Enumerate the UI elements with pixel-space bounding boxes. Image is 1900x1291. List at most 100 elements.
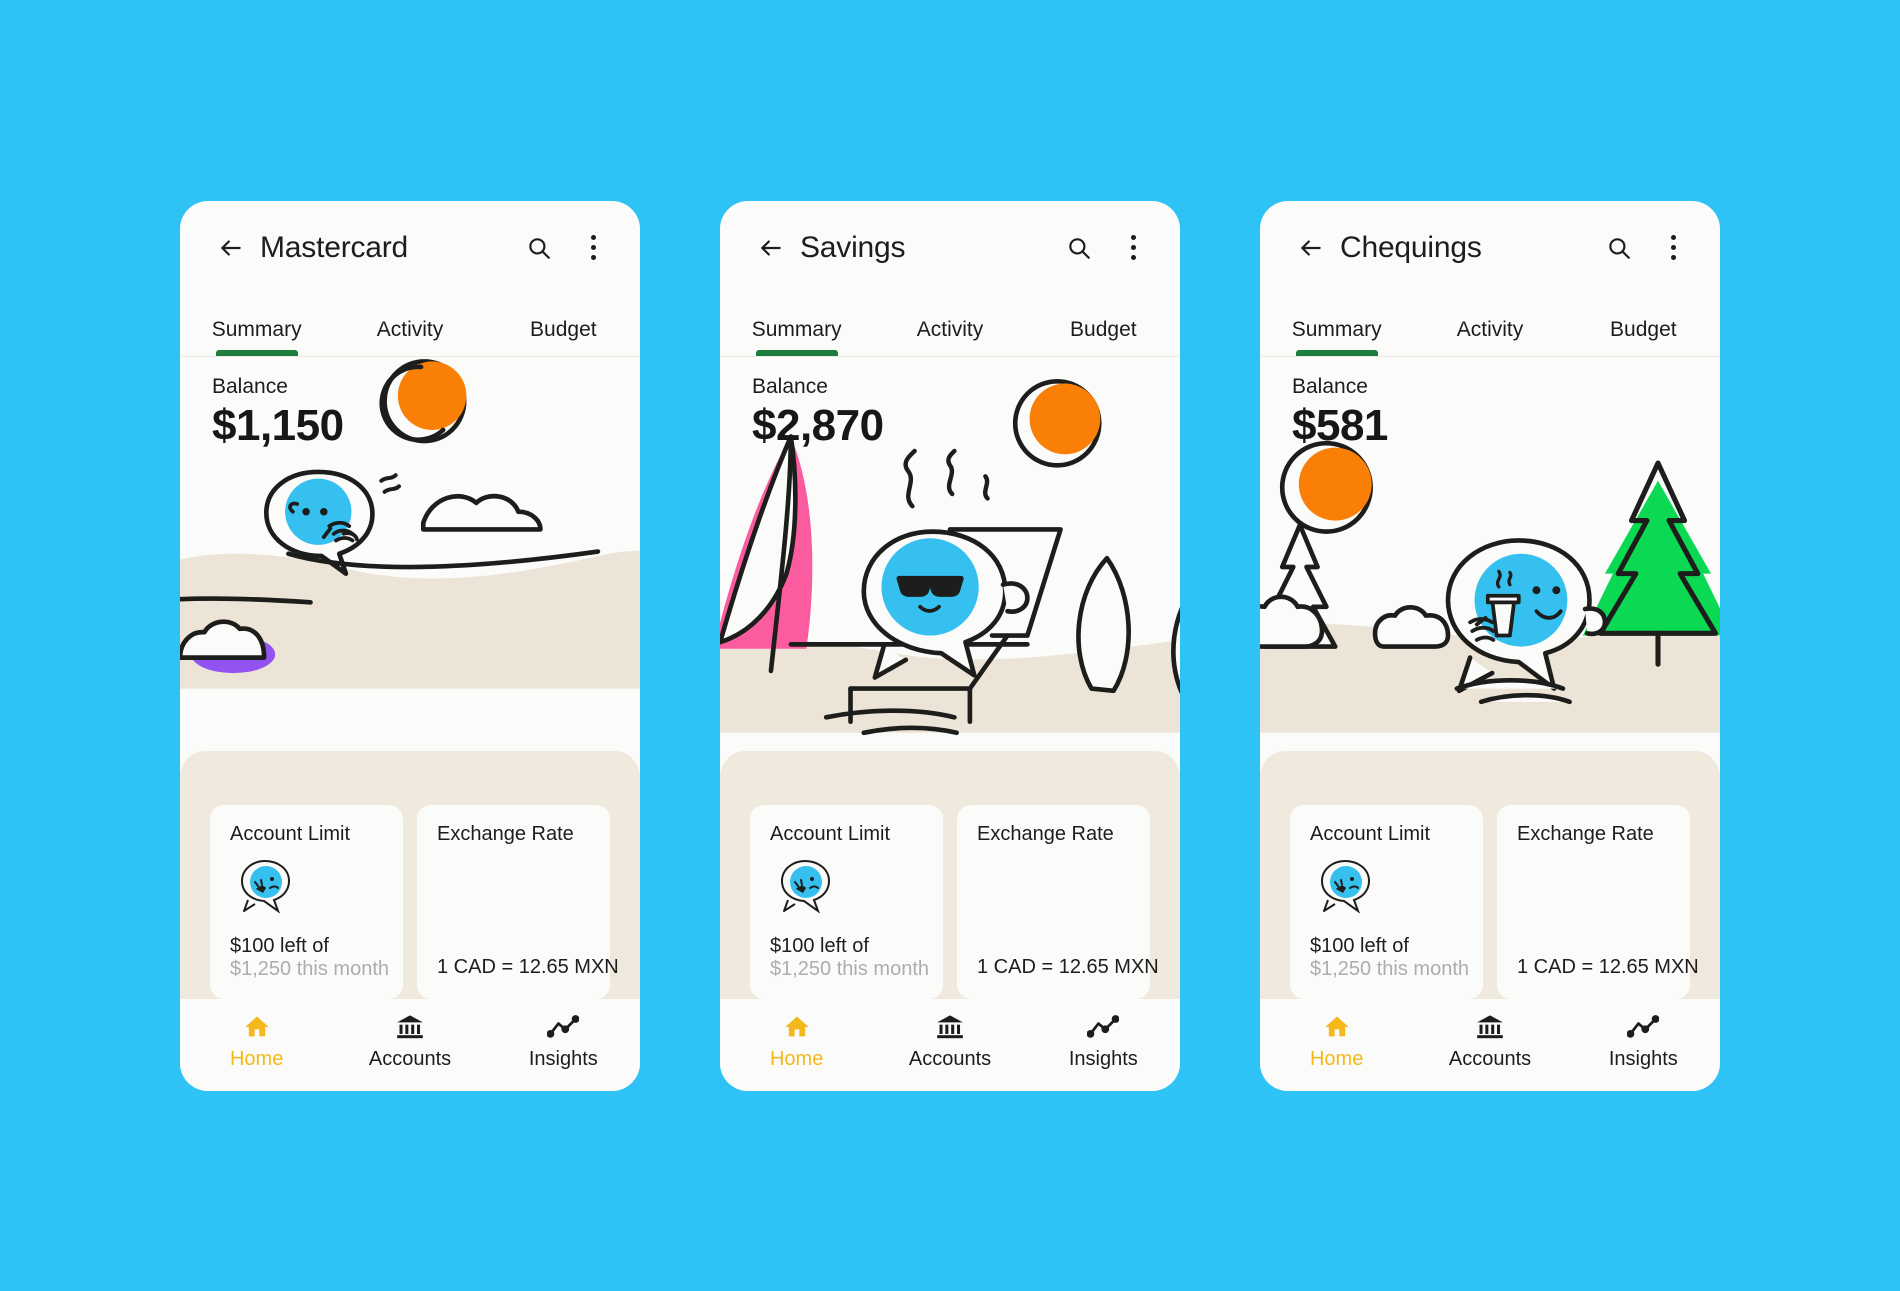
nav-item-home[interactable]: Home — [720, 1012, 873, 1071]
nav-label: Insights — [1608, 1048, 1678, 1070]
account-limit-sub: $1,250 this month — [1310, 957, 1469, 980]
exchange-rate-title: Exchange Rate — [977, 822, 1114, 845]
tab-bar: Summary Activity Budget — [1260, 295, 1720, 357]
balance-value: $2,870 — [752, 400, 884, 450]
exchange-rate-value: 1 CAD = 12.65 MXN — [1517, 955, 1699, 978]
account-limit-card[interactable]: Account Limit $100 left of $1,250 this m… — [210, 804, 403, 999]
tab-bar: Summary Activity Budget — [720, 295, 1180, 357]
trend-chart-icon — [1087, 1012, 1120, 1042]
bottom-navigation: Home Accounts Insights — [180, 998, 640, 1091]
tab-activity[interactable]: Activity — [333, 295, 486, 356]
tab-activity[interactable]: Activity — [873, 295, 1026, 356]
info-strip: Account Limit $100 left of $1,250 this m… — [720, 750, 1180, 999]
nav-label: Insights — [1068, 1048, 1138, 1070]
balance-block: Balance $2,870 — [752, 375, 884, 451]
tab-label: Budget — [1070, 317, 1137, 341]
account-limit-sub: $1,250 this month — [230, 957, 389, 980]
bottom-navigation: Home Accounts Insights — [1260, 998, 1720, 1091]
phone-screen-mastercard: Mastercard Summary Activity Budget Balan… — [180, 200, 640, 1091]
nav-label: Accounts — [908, 1048, 992, 1070]
exchange-rate-value: 1 CAD = 12.65 MXN — [977, 955, 1159, 978]
tab-summary[interactable]: Summary — [720, 295, 873, 356]
tab-activity[interactable]: Activity — [1413, 295, 1566, 356]
account-limit-title: Account Limit — [230, 822, 351, 845]
home-icon — [1322, 1012, 1352, 1042]
trend-chart-icon — [1627, 1012, 1660, 1042]
worried-character-icon — [234, 856, 383, 919]
account-limit-main: $100 left of — [770, 934, 869, 957]
tab-budget[interactable]: Budget — [1567, 295, 1720, 356]
exchange-rate-title: Exchange Rate — [1517, 822, 1654, 845]
nav-item-accounts[interactable]: Accounts — [333, 1012, 486, 1071]
nav-label: Accounts — [1448, 1048, 1532, 1070]
more-vertical-icon[interactable] — [576, 231, 610, 265]
tab-label: Activity — [1456, 317, 1524, 341]
nav-label: Insights — [528, 1048, 598, 1070]
info-strip: Account Limit $100 left of $1,250 this m… — [1260, 750, 1720, 999]
exchange-rate-value: 1 CAD = 12.65 MXN — [437, 955, 619, 978]
phone-screen-savings: Savings Summary Activity Budget Balance … — [720, 200, 1180, 1091]
home-icon — [782, 1012, 812, 1042]
tab-summary[interactable]: Summary — [180, 295, 333, 356]
nav-item-home[interactable]: Home — [180, 1012, 333, 1071]
balance-block: Balance $581 — [1292, 375, 1388, 451]
balance-value: $1,150 — [212, 400, 344, 450]
page-title: Savings — [800, 230, 906, 264]
arrow-left-icon[interactable] — [1298, 235, 1324, 261]
nav-label: Home — [769, 1048, 824, 1070]
hero-illustration-area: Balance $581 — [1260, 356, 1720, 777]
search-icon[interactable] — [1062, 231, 1096, 265]
account-limit-card[interactable]: Account Limit $100 left of $1,250 this m… — [1290, 804, 1483, 999]
tab-budget[interactable]: Budget — [487, 295, 640, 356]
nav-label: Home — [229, 1048, 284, 1070]
tab-bar: Summary Activity Budget — [180, 295, 640, 357]
balance-label: Balance — [752, 374, 828, 398]
tab-summary[interactable]: Summary — [1260, 295, 1413, 356]
balance-label: Balance — [212, 374, 288, 398]
nav-item-accounts[interactable]: Accounts — [1413, 1012, 1566, 1071]
arrow-left-icon[interactable] — [758, 235, 784, 261]
tab-label: Activity — [376, 317, 444, 341]
nav-item-insights[interactable]: Insights — [487, 1012, 640, 1071]
nav-label: Accounts — [368, 1048, 452, 1070]
account-limit-main: $100 left of — [230, 934, 329, 957]
arrow-left-icon[interactable] — [218, 235, 244, 261]
bank-icon — [395, 1012, 425, 1042]
tab-label: Budget — [530, 317, 597, 341]
appbar: Savings — [720, 201, 1180, 295]
hero-illustration-area: Balance $1,150 — [180, 356, 640, 777]
appbar: Chequings — [1260, 201, 1720, 295]
nav-item-insights[interactable]: Insights — [1027, 1012, 1180, 1071]
exchange-rate-title: Exchange Rate — [437, 822, 574, 845]
tab-budget[interactable]: Budget — [1027, 295, 1180, 356]
account-limit-main: $100 left of — [1310, 934, 1409, 957]
account-limit-title: Account Limit — [1310, 822, 1431, 845]
tab-label: Summary — [751, 317, 842, 341]
more-vertical-icon[interactable] — [1116, 231, 1150, 265]
tab-label: Activity — [916, 317, 984, 341]
exchange-rate-card[interactable]: Exchange Rate 1 CAD = 12.65 MXN — [417, 804, 619, 999]
exchange-rate-card[interactable]: Exchange Rate 1 CAD = 12.65 MXN — [1497, 804, 1699, 999]
account-limit-sub: $1,250 this month — [770, 957, 929, 980]
phone-screen-chequings: Chequings Summary Activity Budget Balanc… — [1260, 200, 1720, 1091]
tab-label: Summary — [1291, 317, 1382, 341]
page-title: Mastercard — [260, 230, 409, 264]
balance-block: Balance $1,150 — [212, 375, 344, 451]
account-limit-card[interactable]: Account Limit $100 left of $1,250 this m… — [750, 804, 943, 999]
exchange-rate-card[interactable]: Exchange Rate 1 CAD = 12.65 MXN — [957, 804, 1159, 999]
worried-character-icon — [1314, 856, 1463, 919]
search-icon[interactable] — [1602, 231, 1636, 265]
nav-item-home[interactable]: Home — [1260, 1012, 1413, 1071]
search-icon[interactable] — [522, 231, 556, 265]
appbar: Mastercard — [180, 201, 640, 295]
tab-label: Budget — [1610, 317, 1677, 341]
nav-item-insights[interactable]: Insights — [1567, 1012, 1720, 1071]
home-icon — [242, 1012, 272, 1042]
bank-icon — [935, 1012, 965, 1042]
trend-chart-icon — [547, 1012, 580, 1042]
balance-label: Balance — [1292, 374, 1368, 398]
more-vertical-icon[interactable] — [1656, 231, 1690, 265]
tab-label: Summary — [211, 317, 302, 341]
nav-item-accounts[interactable]: Accounts — [873, 1012, 1026, 1071]
worried-character-icon — [774, 856, 923, 919]
